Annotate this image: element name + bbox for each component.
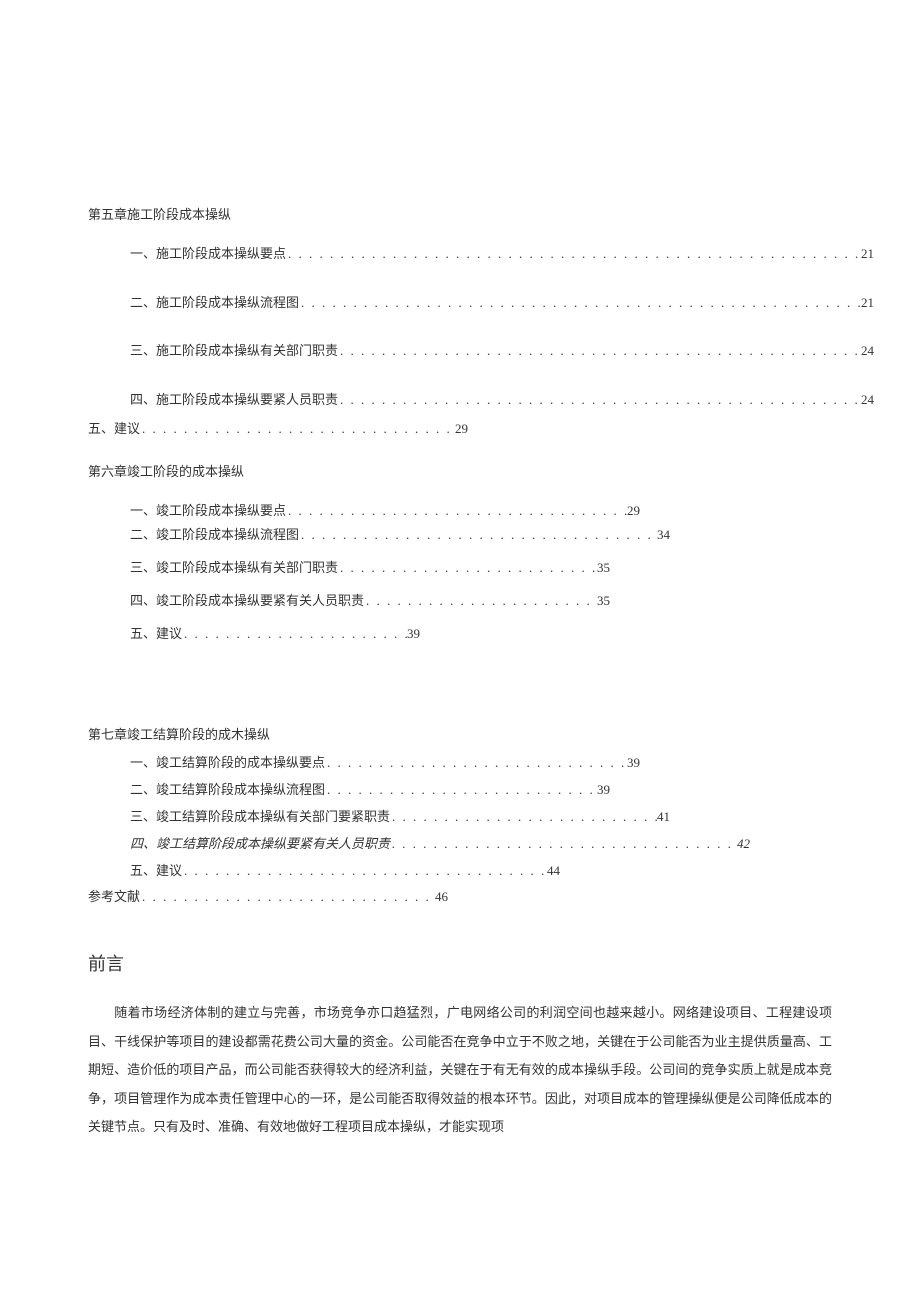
chapter-6-section: 第六章竣工阶段的成本操纵 一、竣工阶段成本操纵要点 29 二、竣工阶段成本操纵流…	[88, 462, 832, 645]
toc-dots	[390, 834, 737, 855]
toc-row: 三、竣工结算阶段成本操纵有关部门要紧职责 41	[88, 807, 670, 828]
toc-row: 二、施工阶段成本操纵流程图 21	[88, 293, 874, 314]
toc-label: 三、施工阶段成本操纵有关部门职责	[130, 341, 338, 362]
toc-dots	[299, 525, 657, 546]
toc-label: 二、竣工阶段成本操纵流程图	[130, 525, 299, 546]
toc-dots	[325, 780, 597, 801]
toc-dots	[286, 501, 627, 522]
toc-row: 四、施工阶段成本操纵要紧人员职责 24	[88, 390, 874, 411]
toc-row-references: 参考文献 46	[88, 887, 448, 908]
toc-dots	[182, 624, 407, 645]
toc-page: 39	[407, 624, 420, 645]
toc-row: 五、建议 29	[88, 419, 468, 440]
toc-row: 五、建议 44	[88, 861, 560, 882]
toc-label: 五、建议	[130, 861, 182, 882]
chapter-6-title: 第六章竣工阶段的成本操纵	[88, 462, 832, 483]
toc-row: 三、竣工阶段成本操纵有关部门职责 35	[88, 558, 610, 579]
chapter-5-title: 第五章施工阶段成本操纵	[88, 205, 832, 226]
toc-row: 四、竣工阶段成本操纵要紧有关人员职责 35	[88, 591, 610, 612]
toc-row: 四、竣工结算阶段成本操纵要紧有关人员职责 42	[88, 834, 750, 855]
toc-label: 二、施工阶段成本操纵流程图	[130, 293, 299, 314]
toc-page: 35	[597, 591, 610, 612]
toc-row: 一、竣工结算阶段的成本操纵要点 39	[88, 753, 640, 774]
toc-page: 21	[861, 244, 874, 265]
toc-label: 五、建议	[130, 624, 182, 645]
preface-title: 前言	[88, 950, 832, 979]
toc-page: 24	[861, 341, 874, 362]
toc-dots	[140, 419, 455, 440]
toc-page: 39	[627, 753, 640, 774]
toc-dots	[364, 591, 597, 612]
toc-dots	[140, 887, 435, 908]
chapter-7-toc: 一、竣工结算阶段的成本操纵要点 39 二、竣工结算阶段成本操纵流程图 39 三、…	[88, 753, 832, 881]
toc-label: 三、竣工阶段成本操纵有关部门职责	[130, 558, 338, 579]
toc-page: 46	[435, 887, 448, 908]
preface-section: 前言 随着市场经济体制的建立与完善，市场竞争亦口趋猛烈，广电网络公司的利润空间也…	[88, 950, 832, 1142]
toc-label: 参考文献	[88, 887, 140, 908]
toc-page: 35	[597, 558, 610, 579]
toc-dots	[338, 390, 861, 411]
toc-dots	[338, 558, 597, 579]
toc-page: 42	[737, 834, 750, 855]
toc-dots	[299, 293, 861, 314]
toc-dots	[182, 861, 547, 882]
toc-row: 一、竣工阶段成本操纵要点 29	[88, 501, 640, 522]
toc-label: 一、竣工结算阶段的成本操纵要点	[130, 753, 325, 774]
chapter-5-toc: 一、施工阶段成本操纵要点 21 二、施工阶段成本操纵流程图 21 三、施工阶段成…	[88, 244, 832, 411]
toc-dots	[325, 753, 627, 774]
toc-page: 34	[657, 525, 670, 546]
toc-row: 一、施工阶段成本操纵要点 21	[88, 244, 874, 265]
chapter-7-section: 第七章竣工结算阶段的成木操纵 一、竣工结算阶段的成本操纵要点 39 二、竣工结算…	[88, 725, 832, 909]
chapter-5-section: 第五章施工阶段成本操纵 一、施工阶段成本操纵要点 21 二、施工阶段成本操纵流程…	[88, 205, 832, 440]
preface-text: 随着市场经济体制的建立与完善，市场竞争亦口趋猛烈，广电网络公司的利润空间也越来越…	[88, 1005, 832, 1134]
toc-label: 五、建议	[88, 419, 140, 440]
toc-page: 44	[547, 861, 560, 882]
toc-page: 29	[455, 419, 468, 440]
toc-label: 一、竣工阶段成本操纵要点	[130, 501, 286, 522]
toc-page: 24	[861, 390, 874, 411]
toc-label: 四、竣工结算阶段成本操纵要紧有关人员职责	[130, 834, 390, 855]
toc-label: 四、竣工阶段成本操纵要紧有关人员职责	[130, 591, 364, 612]
toc-page: 39	[597, 780, 610, 801]
toc-dots	[390, 807, 657, 828]
toc-page: 41	[657, 807, 670, 828]
toc-dots	[286, 244, 861, 265]
document-page: 第五章施工阶段成本操纵 一、施工阶段成本操纵要点 21 二、施工阶段成本操纵流程…	[0, 0, 920, 1242]
toc-label: 三、竣工结算阶段成本操纵有关部门要紧职责	[130, 807, 390, 828]
chapter-7-title: 第七章竣工结算阶段的成木操纵	[88, 725, 832, 746]
toc-page: 21	[861, 293, 874, 314]
toc-label: 四、施工阶段成本操纵要紧人员职责	[130, 390, 338, 411]
toc-label: 一、施工阶段成本操纵要点	[130, 244, 286, 265]
toc-dots	[338, 341, 861, 362]
chapter-6-toc: 一、竣工阶段成本操纵要点 29 二、竣工阶段成本操纵流程图 34 三、竣工阶段成…	[88, 501, 832, 645]
toc-page: 29	[627, 501, 640, 522]
toc-row: 二、竣工阶段成本操纵流程图 34	[88, 525, 670, 546]
toc-row: 三、施工阶段成本操纵有关部门职责 24	[88, 341, 874, 362]
toc-row: 五、建议 39	[88, 624, 420, 645]
preface-body: 随着市场经济体制的建立与完善，市场竞争亦口趋猛烈，广电网络公司的利润空间也越来越…	[88, 999, 832, 1142]
toc-label: 二、竣工结算阶段成本操纵流程图	[130, 780, 325, 801]
toc-row: 二、竣工结算阶段成本操纵流程图 39	[88, 780, 610, 801]
